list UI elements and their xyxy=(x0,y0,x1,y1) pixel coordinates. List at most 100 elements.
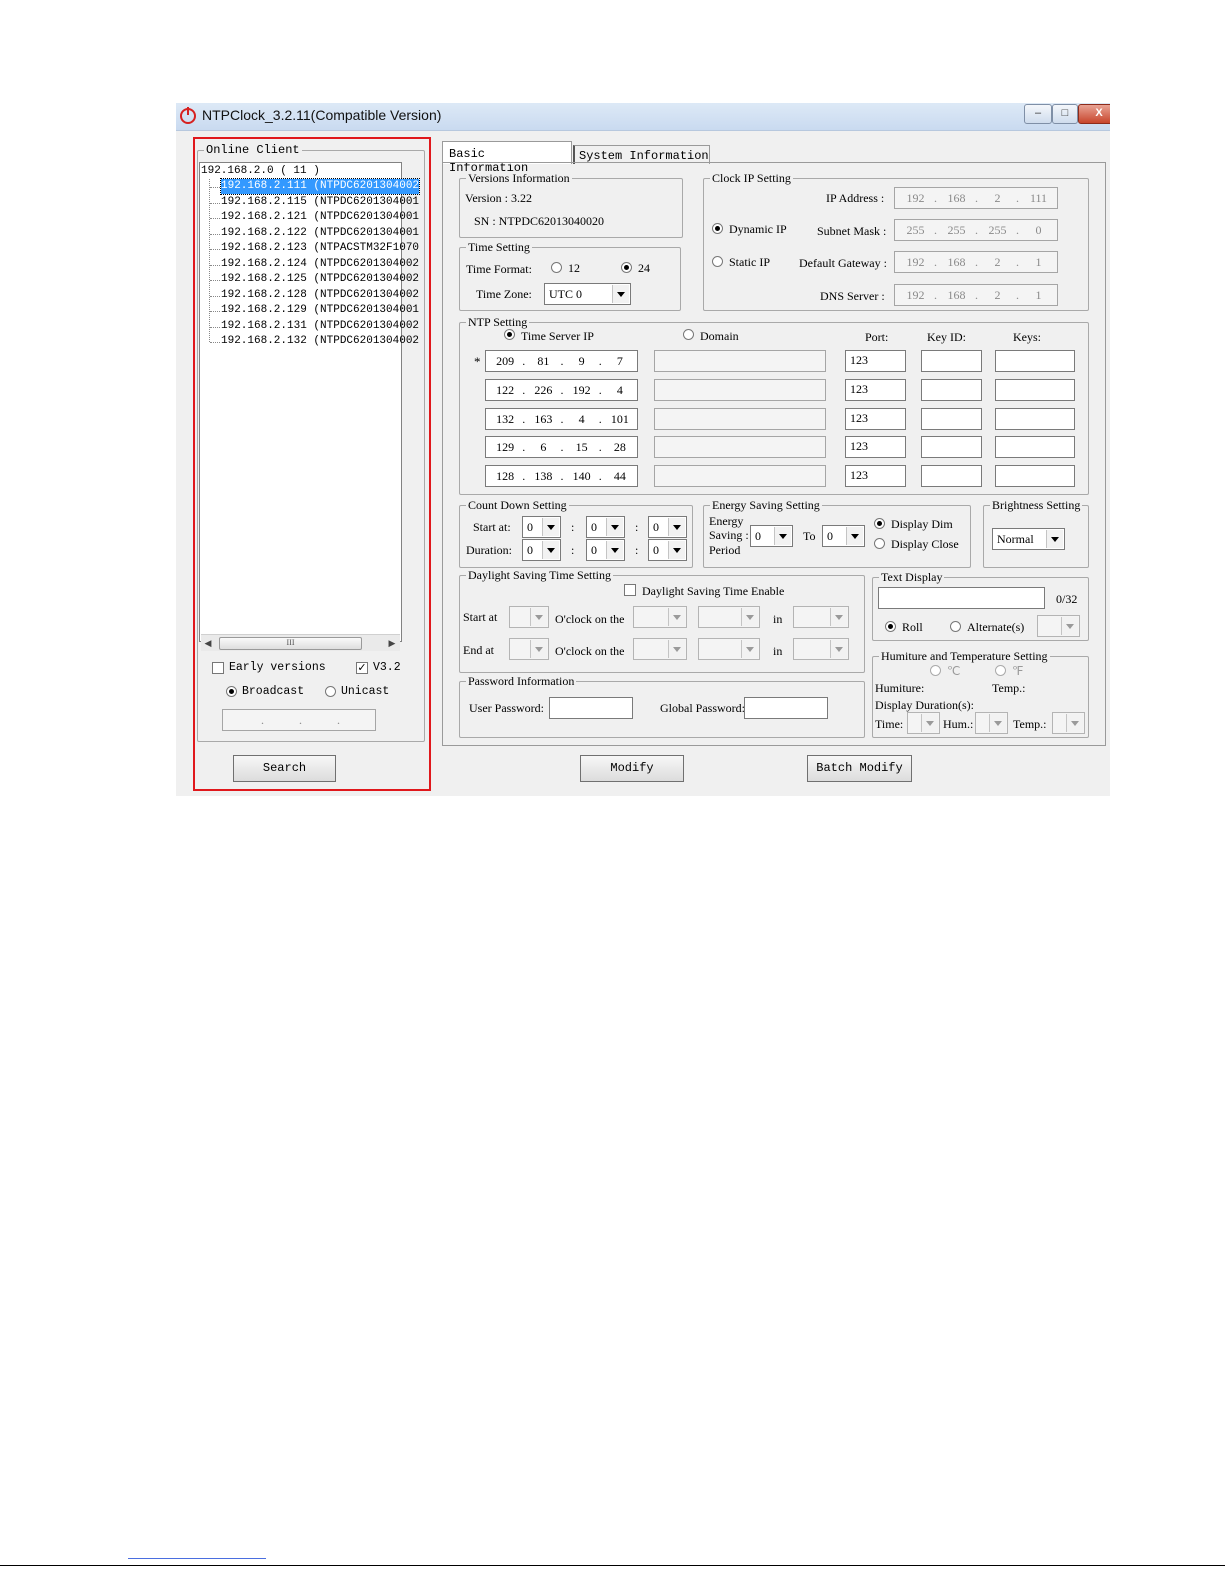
ntp-keys-input[interactable] xyxy=(995,407,1075,430)
ip-dot: . xyxy=(522,354,526,368)
static-ip-radio[interactable] xyxy=(712,256,723,267)
ip-octet: 1 xyxy=(1035,255,1042,269)
footnote-link-line xyxy=(128,1558,266,1559)
ntp-server-ip-input[interactable]: 122. 226. 192. 4 xyxy=(485,378,638,401)
alternate-select[interactable] xyxy=(1037,615,1080,637)
modify-button[interactable]: Modify xyxy=(580,755,684,782)
ntp-domain-input[interactable] xyxy=(654,436,826,459)
ntp-key-id-input[interactable] xyxy=(921,350,982,372)
user-password-label: User Password: xyxy=(469,701,544,715)
subnet-mask-input[interactable]: 255. 255. 255. 0 xyxy=(894,219,1058,241)
domain-label: Domain xyxy=(700,329,739,343)
batch-modify-button[interactable]: Batch Modify xyxy=(807,755,912,782)
chevron-down-icon xyxy=(668,608,685,626)
ntp-domain-input[interactable] xyxy=(654,407,826,430)
dst-end-day-select[interactable] xyxy=(698,638,760,660)
dynamic-ip-label: Dynamic IP xyxy=(729,222,787,236)
ip-address-input[interactable]: 192. 168. 2. 111 xyxy=(894,187,1058,209)
dst-start-hour-select[interactable] xyxy=(509,606,549,628)
brightness-select[interactable]: Normal xyxy=(992,528,1065,550)
ntp-keys-input[interactable] xyxy=(995,465,1075,488)
ntp-key-id-input[interactable] xyxy=(921,378,982,401)
ntp-server-ip-input[interactable]: 128. 138. 140. 44 xyxy=(485,465,638,488)
ntp-port-input[interactable]: 123 xyxy=(845,407,906,430)
chevron-down-icon xyxy=(612,285,629,303)
display-close-radio[interactable] xyxy=(874,538,885,549)
tab-label: System Information xyxy=(579,149,709,163)
tab-basic-information[interactable]: Basic Information xyxy=(442,141,572,175)
ntp-domain-input[interactable] xyxy=(654,378,826,401)
dst-end-month-select[interactable] xyxy=(793,638,849,660)
countdown-duration-hours-select[interactable]: 0 xyxy=(522,539,561,561)
ntp-key-id-input[interactable] xyxy=(921,407,982,430)
dst-enable-checkbox[interactable] xyxy=(624,584,636,596)
dst-start-week-select[interactable] xyxy=(633,606,687,628)
chevron-down-icon xyxy=(830,640,847,658)
ip-dot: . xyxy=(522,440,526,455)
energy-from-select[interactable]: 0 xyxy=(750,525,793,547)
ntp-port-input[interactable]: 123 xyxy=(845,436,906,459)
countdown-value: 0 xyxy=(591,520,597,534)
ntp-domain-input[interactable] xyxy=(654,350,826,372)
highlight-box xyxy=(193,137,431,791)
minimize-button[interactable]: – xyxy=(1024,104,1052,124)
duration-time-select[interactable] xyxy=(907,712,940,734)
ntp-server-ip-input[interactable]: 209. 81. 9. 7 xyxy=(485,350,638,372)
countdown-start-hours-select[interactable]: 0 xyxy=(522,516,561,538)
ip-octet: 255 xyxy=(947,223,966,237)
dst-start-month-select[interactable] xyxy=(793,606,849,628)
countdown-start-seconds-select[interactable]: 0 xyxy=(648,516,687,538)
countdown-start-minutes-select[interactable]: 0 xyxy=(586,516,625,538)
ntp-key-id-input[interactable] xyxy=(921,436,982,459)
chevron-down-icon xyxy=(1046,530,1063,548)
dynamic-ip-radio[interactable] xyxy=(712,223,723,234)
alternate-radio[interactable] xyxy=(950,621,961,632)
ip-octet: 6 xyxy=(540,440,547,455)
ip-octet: 255 xyxy=(988,223,1007,237)
display-dim-radio[interactable] xyxy=(874,518,885,529)
ip-dot: . xyxy=(560,382,564,397)
dst-start-day-select[interactable] xyxy=(698,606,760,628)
user-password-input[interactable] xyxy=(549,697,633,719)
key-id-header: Key ID: xyxy=(927,330,966,344)
dst-end-week-select[interactable] xyxy=(633,638,687,660)
dns-server-input[interactable]: 192. 168. 2. 1 xyxy=(894,284,1058,306)
chevron-down-icon xyxy=(921,714,938,732)
close-button[interactable]: X xyxy=(1078,104,1110,124)
roll-radio[interactable] xyxy=(885,621,896,632)
global-password-input[interactable] xyxy=(744,697,828,719)
time-zone-select[interactable]: UTC 0 xyxy=(544,283,631,305)
ntp-server-ip-input[interactable]: 129. 6. 15. 28 xyxy=(485,436,638,459)
ntp-keys-input[interactable] xyxy=(995,378,1075,401)
dst-end-oclock-label: O'clock on the xyxy=(555,644,625,658)
time-setting-title: Time Setting xyxy=(466,240,532,254)
default-gateway-input[interactable]: 192. 168. 2. 1 xyxy=(894,251,1058,273)
duration-temp-select[interactable] xyxy=(1052,712,1085,734)
countdown-duration-minutes-select[interactable]: 0 xyxy=(586,539,625,561)
countdown-start-label: Start at: xyxy=(473,520,511,534)
energy-to-select[interactable]: 0 xyxy=(822,525,865,547)
ntp-port-input[interactable]: 123 xyxy=(845,378,906,401)
ntp-keys-input[interactable] xyxy=(995,350,1075,372)
ntp-keys-input[interactable] xyxy=(995,436,1075,459)
ip-octet: 1 xyxy=(1035,288,1042,302)
countdown-colon: : xyxy=(571,520,575,534)
ip-octet: 28 xyxy=(613,440,626,455)
format-24-radio[interactable] xyxy=(621,262,632,273)
text-display-input[interactable] xyxy=(878,587,1045,609)
domain-radio[interactable] xyxy=(683,329,694,340)
celsius-radio[interactable] xyxy=(930,665,941,676)
format-12-radio[interactable] xyxy=(551,262,562,273)
time-server-ip-radio[interactable] xyxy=(504,329,515,340)
duration-hum-select[interactable] xyxy=(975,712,1008,734)
ip-dot: . xyxy=(560,354,564,368)
countdown-duration-seconds-select[interactable]: 0 xyxy=(648,539,687,561)
ntp-port-input[interactable]: 123 xyxy=(845,465,906,488)
ntp-port-input[interactable]: 123 xyxy=(845,350,906,372)
ntp-domain-input[interactable] xyxy=(654,465,826,488)
ntp-server-ip-input[interactable]: 132. 163. 4. 101 xyxy=(485,407,638,430)
maximize-button[interactable]: □ xyxy=(1052,104,1078,124)
ntp-key-id-input[interactable] xyxy=(921,465,982,488)
dst-end-hour-select[interactable] xyxy=(509,638,549,660)
fahrenheit-radio[interactable] xyxy=(995,665,1006,676)
